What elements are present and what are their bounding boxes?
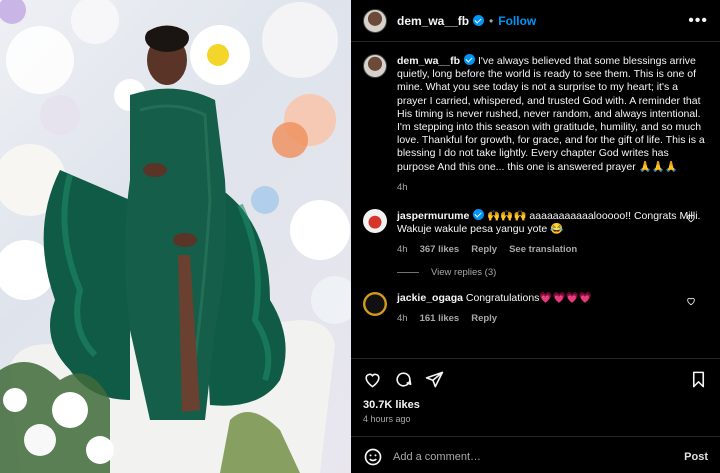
caption-text: I've always believed that some blessings…	[397, 55, 705, 173]
commenter-avatar[interactable]	[363, 208, 387, 233]
author-username[interactable]: dem_wa__fb	[397, 14, 469, 28]
follow-button[interactable]: Follow	[498, 14, 536, 28]
caption: dem_wa__fb I've always believed that som…	[397, 54, 708, 174]
heart-icon[interactable]	[363, 370, 382, 389]
post-photo[interactable]	[0, 0, 351, 473]
see-translation-button[interactable]: See translation	[509, 244, 577, 255]
comment-body: jackie_ogaga Congratulations💗💗💗💗	[397, 292, 708, 305]
photo-artwork	[0, 0, 351, 473]
comment-input[interactable]	[393, 450, 685, 463]
verified-icon	[473, 15, 485, 26]
comment-meta: 4h 161 likes Reply	[397, 313, 708, 324]
more-options-icon[interactable]: •••	[688, 12, 708, 30]
reply-button[interactable]: Reply	[471, 313, 497, 324]
comment-like-icon[interactable]	[686, 213, 696, 223]
comment-text: Congratulations💗💗💗💗	[465, 292, 592, 305]
view-replies-button[interactable]: View replies (3)	[397, 267, 708, 278]
comment-meta: 4h 367 likes Reply See translation	[397, 244, 708, 255]
caption-row: dem_wa__fb I've always believed that som…	[363, 54, 708, 193]
comment-body: jaspermurume 🙌🙌🙌 aaaaaaaaaaalooooo!! Con…	[397, 208, 708, 236]
comment-icon[interactable]	[394, 370, 413, 389]
share-icon[interactable]	[425, 370, 444, 389]
comments-section[interactable]: dem_wa__fb I've always believed that som…	[351, 42, 720, 358]
comment-likes[interactable]: 161 likes	[420, 313, 460, 324]
verified-icon	[464, 54, 476, 65]
commenter-username[interactable]: jaspermurume	[397, 210, 469, 222]
verified-icon	[473, 208, 485, 220]
comment-like-icon[interactable]	[686, 296, 696, 306]
comment-time: 4h	[397, 244, 408, 256]
post-header: dem_wa__fb • Follow •••	[351, 0, 720, 42]
caption-time: 4h	[397, 181, 408, 193]
commenter-username[interactable]: jackie_ogaga	[397, 292, 463, 304]
caption-author[interactable]: dem_wa__fb	[397, 55, 460, 67]
view-replies-label: View replies (3)	[431, 267, 497, 279]
bookmark-icon[interactable]	[689, 370, 708, 389]
commenter-avatar[interactable]	[363, 292, 387, 317]
comment-item: jaspermurume 🙌🙌🙌 aaaaaaaaaaalooooo!! Con…	[363, 208, 708, 255]
author-avatar[interactable]	[363, 8, 387, 33]
action-icons	[363, 367, 708, 391]
post-actions: 30.7K likes 4 hours ago Post	[351, 358, 720, 473]
author-avatar-small[interactable]	[363, 54, 387, 78]
comment-time: 4h	[397, 313, 408, 325]
post-time: 4 hours ago	[363, 414, 411, 424]
separator-dot: •	[489, 13, 494, 28]
caption-meta: 4h	[397, 182, 708, 193]
instagram-post-view: dem_wa__fb • Follow ••• dem_wa__fb I've …	[0, 0, 720, 473]
post-comment-button[interactable]: Post	[684, 451, 708, 463]
comment-item: jackie_ogaga Congratulations💗💗💗💗 4h 161 …	[363, 292, 708, 324]
post-likes[interactable]: 30.7K likes	[363, 399, 708, 411]
comment-likes[interactable]: 367 likes	[420, 244, 460, 255]
post-panel: dem_wa__fb • Follow ••• dem_wa__fb I've …	[351, 0, 720, 473]
add-comment-bar: Post	[351, 436, 720, 473]
emoji-icon[interactable]	[363, 447, 383, 467]
reply-button[interactable]: Reply	[471, 244, 497, 255]
